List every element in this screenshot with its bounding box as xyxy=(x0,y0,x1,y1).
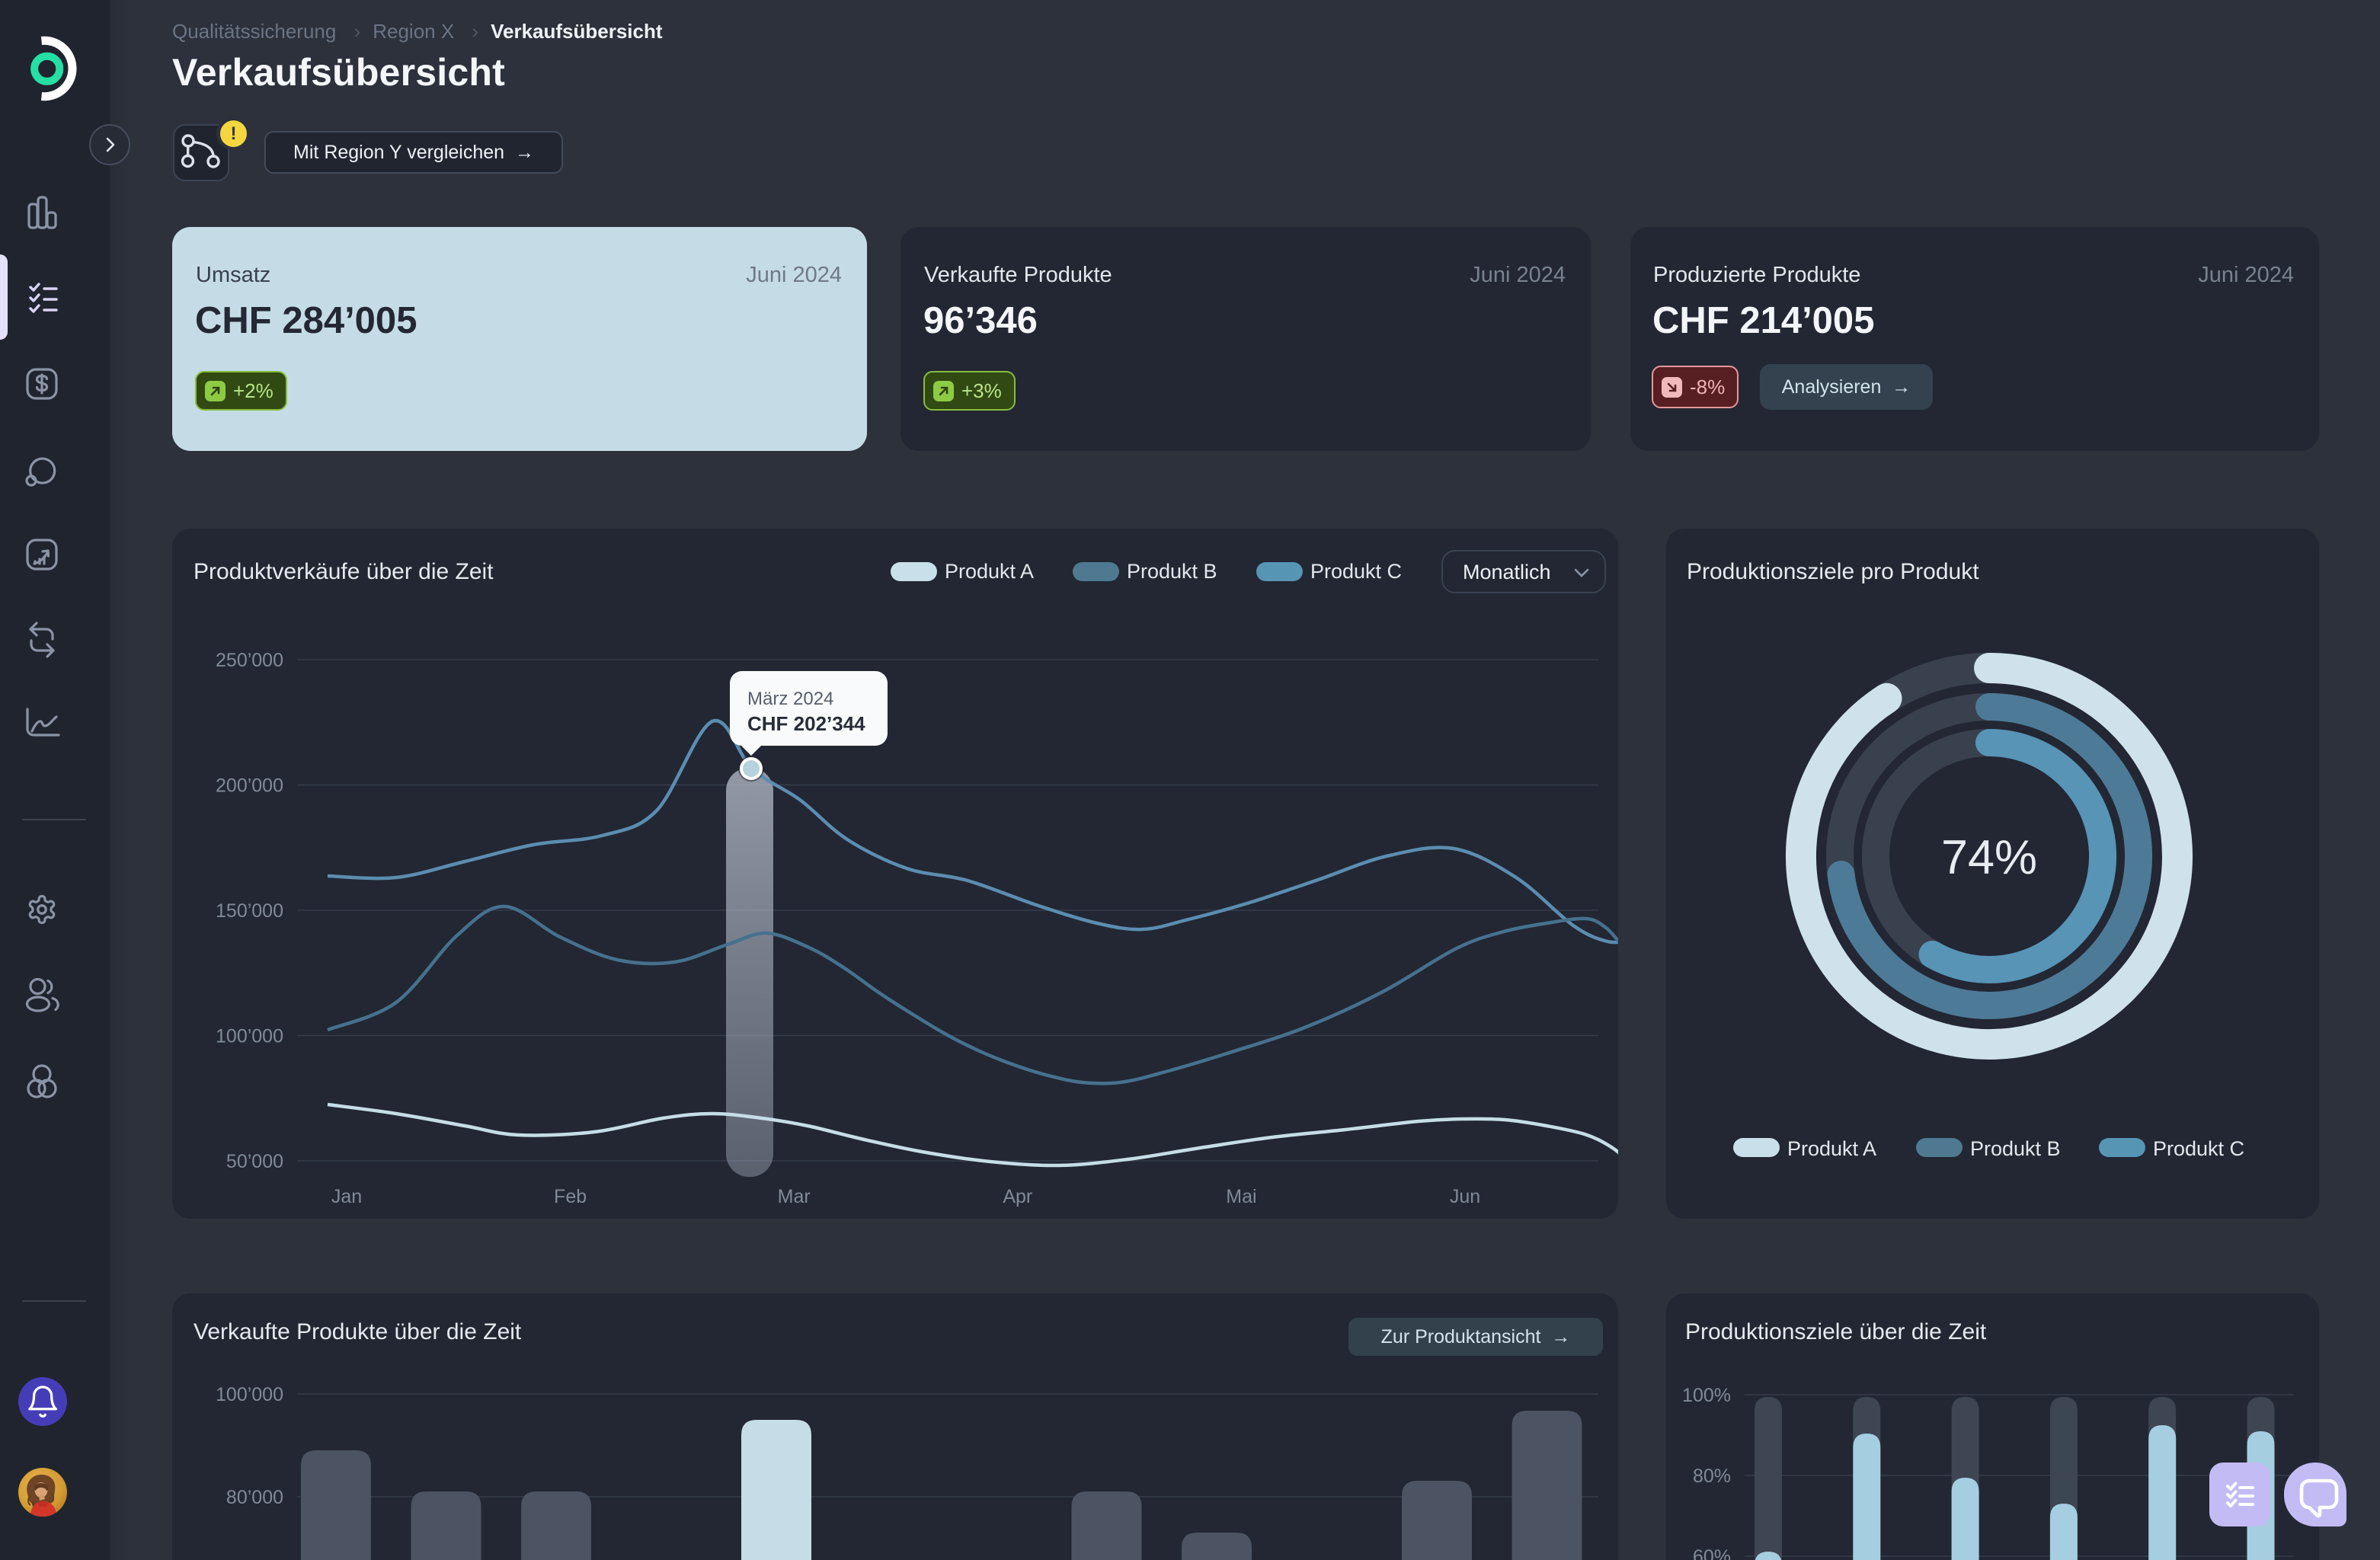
svg-text:Produkt A: Produkt A xyxy=(1787,1137,1876,1160)
svg-text:150’000: 150’000 xyxy=(216,900,283,922)
svg-text:250’000: 250’000 xyxy=(216,650,283,671)
svg-text:Jan: Jan xyxy=(331,1186,362,1207)
svg-text:100’000: 100’000 xyxy=(216,1026,283,1047)
svg-text:50’000: 50’000 xyxy=(226,1151,283,1172)
svg-text:200’000: 200’000 xyxy=(216,775,283,797)
svg-text:60%: 60% xyxy=(1693,1546,1731,1560)
svg-text:80’000: 80’000 xyxy=(226,1487,283,1508)
svg-text:März 2024: März 2024 xyxy=(747,689,833,709)
svg-text:Apr: Apr xyxy=(1003,1186,1032,1207)
svg-text:100’000: 100’000 xyxy=(216,1384,283,1405)
svg-text:Jun: Jun xyxy=(1450,1186,1480,1207)
svg-text:100%: 100% xyxy=(1682,1385,1731,1406)
svg-text:Produkt C: Produkt C xyxy=(2153,1137,2244,1160)
svg-text:Feb: Feb xyxy=(554,1186,587,1207)
svg-text:CHF 202’344: CHF 202’344 xyxy=(747,712,865,735)
svg-text:80%: 80% xyxy=(1693,1466,1731,1487)
svg-text:Produkt B: Produkt B xyxy=(1970,1137,2061,1160)
svg-text:74%: 74% xyxy=(1941,831,2037,884)
svg-text:Mar: Mar xyxy=(778,1186,811,1207)
svg-text:Mai: Mai xyxy=(1226,1186,1256,1207)
